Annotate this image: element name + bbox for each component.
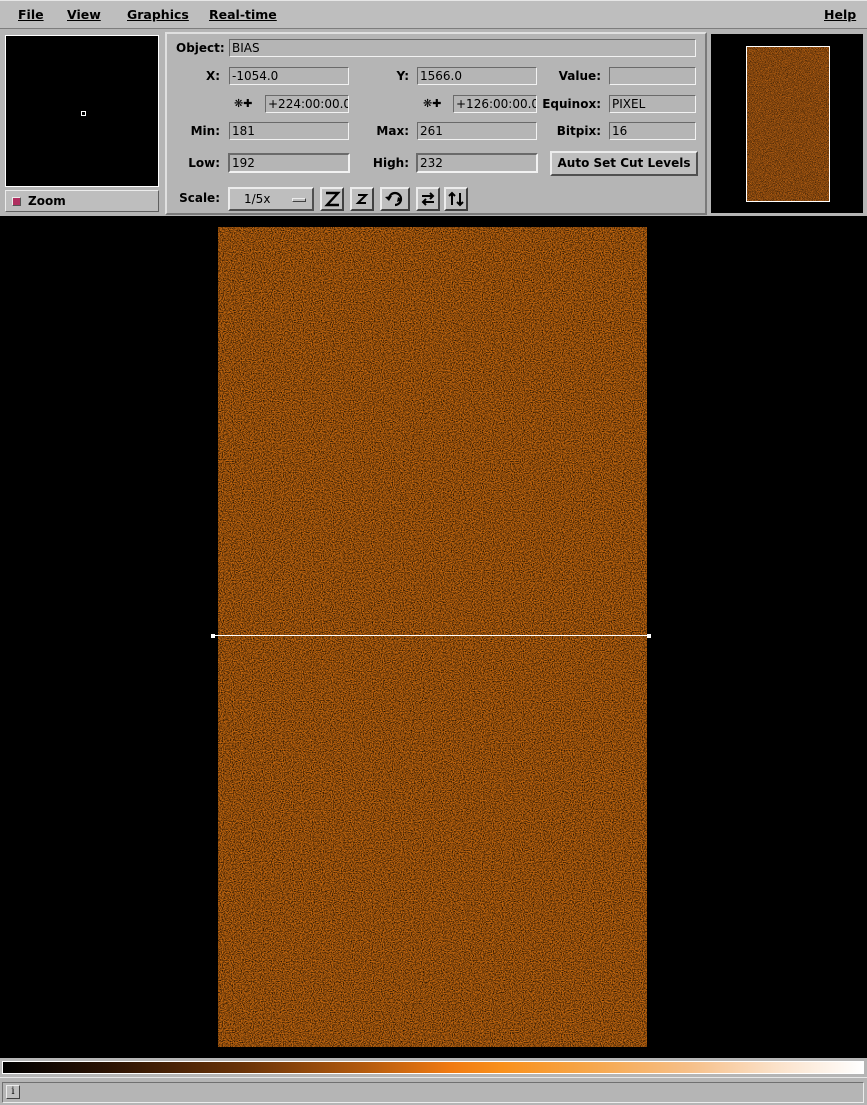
zoom-toggle-button[interactable]: Zoom	[5, 190, 159, 212]
high-label: High:	[372, 156, 409, 170]
fits-image[interactable]	[218, 227, 647, 1047]
menu-graphics[interactable]: Graphics	[127, 7, 189, 22]
rotate-button[interactable]	[380, 187, 410, 211]
min-field: 181	[229, 122, 349, 140]
colorbar[interactable]	[2, 1061, 864, 1074]
flip-y-icon	[448, 191, 464, 207]
status-bar: i	[0, 1077, 867, 1105]
image-canvas[interactable]	[0, 216, 867, 1058]
flip-y-button[interactable]	[444, 187, 468, 211]
zoom-out-icon	[355, 194, 369, 204]
min-label: Min:	[190, 124, 220, 138]
info-panel: Object: BIAS X: -1054.0 Y: 1566.0 Value:…	[165, 32, 707, 215]
option-menu-indicator-icon	[292, 198, 306, 202]
dec-field: +126:00:00.00	[453, 95, 537, 113]
bitpix-label: Bitpix:	[556, 124, 601, 138]
flip-x-button[interactable]	[416, 187, 440, 211]
menu-bar: File View Graphics Real-time Help	[0, 0, 867, 29]
menu-file[interactable]: File	[18, 7, 44, 22]
object-field: BIAS	[229, 39, 696, 57]
menu-help[interactable]: Help	[824, 7, 856, 22]
max-field: 261	[417, 122, 537, 140]
auto-set-cut-levels-button[interactable]: Auto Set Cut Levels	[550, 151, 698, 176]
colorbar-panel	[0, 1058, 867, 1077]
zoom-in-button[interactable]	[320, 187, 344, 211]
dec-icon: ❋✚	[423, 97, 442, 110]
ra-icon: ❋✚	[234, 97, 253, 110]
menu-view[interactable]: View	[67, 7, 101, 22]
value-field	[609, 67, 696, 85]
equinox-label: Equinox:	[542, 97, 601, 111]
scale-menu-button[interactable]: 1/5x	[228, 187, 314, 211]
equinox-field: PIXEL	[609, 95, 696, 113]
ra-field: +224:00:00.00	[265, 95, 349, 113]
status-message-area	[2, 1082, 864, 1103]
high-input[interactable]: 232	[416, 153, 538, 173]
scale-label: Scale:	[179, 191, 220, 205]
thumbnail-panel	[709, 32, 865, 215]
value-label: Value:	[558, 69, 601, 83]
cut-line[interactable]	[213, 635, 650, 636]
bitpix-field: 16	[609, 122, 696, 140]
low-input[interactable]: 192	[228, 153, 350, 173]
zoom-checkbox-icon[interactable]	[12, 197, 21, 206]
y-field: 1566.0	[417, 67, 537, 85]
x-label: X:	[205, 69, 220, 83]
panner-panel: Zoom	[2, 32, 162, 215]
zoom-out-button[interactable]	[350, 187, 374, 211]
cut-line-end-handle[interactable]	[647, 634, 651, 638]
scale-value: 1/5x	[244, 192, 271, 206]
flip-x-icon	[421, 192, 435, 206]
rotate-icon	[385, 191, 403, 207]
info-icon[interactable]: i	[6, 1085, 20, 1099]
menu-realtime[interactable]: Real-time	[209, 7, 277, 22]
cut-line-start-handle[interactable]	[211, 634, 215, 638]
low-label: Low:	[188, 156, 220, 170]
panner-view-box[interactable]	[81, 111, 86, 116]
thumbnail-image[interactable]	[746, 46, 830, 202]
object-label: Object:	[176, 41, 225, 55]
y-label: Y:	[396, 69, 409, 83]
panner-window[interactable]	[5, 35, 159, 187]
max-label: Max:	[376, 124, 409, 138]
zoom-in-icon	[324, 191, 341, 207]
zoom-label: Zoom	[28, 194, 66, 208]
x-field: -1054.0	[229, 67, 349, 85]
